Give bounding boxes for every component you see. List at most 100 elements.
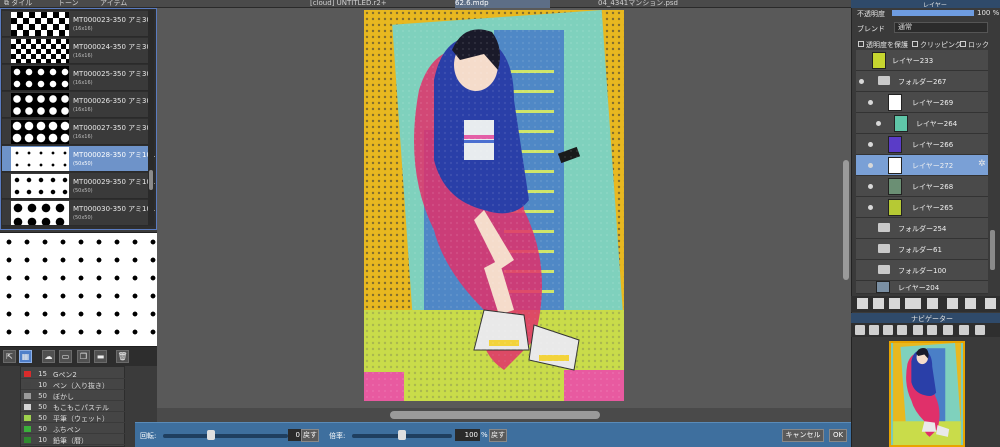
folder-row[interactable]: フォルダー61 [856,239,988,260]
tone-mode-icon[interactable]: ▦ [19,350,32,363]
rotate-left-icon[interactable] [913,325,923,335]
brush-row[interactable]: 10 ペン（入り抜き） [21,380,125,390]
material-scrollbar-thumb[interactable] [149,170,153,190]
material-item-selected[interactable]: MT000028-350 アミ10L (50x50) [2,146,155,172]
material-panel: MT000023-350 アミ30 (16x16) MT000024-350 ア… [0,8,157,230]
copy-icon[interactable]: ❐ [77,350,90,363]
layer-panel-header: レイヤー [851,0,1000,9]
visibility-eye-icon[interactable] [876,121,881,126]
tab-item[interactable]: アイテム [100,0,150,8]
gear-icon[interactable]: ✲ [978,159,986,169]
material-item[interactable]: MT000026-350 アミ30 (16x16) [2,92,151,118]
brush-color-swatch [24,382,31,388]
folder-icon[interactable]: ▬ [94,350,107,363]
layer-list-scrollbar[interactable] [990,230,995,270]
rotate-slider[interactable] [163,434,288,438]
material-item[interactable]: MT000024-350 アミ30 (16x16) [2,38,151,64]
layer-thumbnail [872,52,886,69]
protect-alpha-checkbox[interactable] [858,41,864,47]
canvas-vertical-scroll-thumb[interactable] [843,160,849,280]
lock-checkbox[interactable] [960,41,966,47]
paste-icon[interactable]: ⇱ [3,350,16,363]
reset-rotation-icon[interactable] [943,325,953,335]
material-item[interactable]: MT000029-350 アミ10L (50x50) [2,173,155,199]
material-thumb [11,174,69,198]
material-thumb [11,120,69,144]
layer-row-selected[interactable]: レイヤー272 ✲ [856,155,988,176]
cloud-icon[interactable]: ☁ [42,350,55,363]
material-item[interactable]: MT000030-350 アミ10L (50x50) [2,200,155,226]
brush-row[interactable]: 15 Gペン2 [21,369,125,379]
new-raster-icon[interactable] [873,298,884,309]
layer-type-dropdown-icon[interactable] [905,298,921,309]
flip-horizontal-icon[interactable] [959,325,969,335]
visibility-eye-icon[interactable] [859,79,864,84]
material-item[interactable]: MT000025-350 アミ30 (16x16) [2,65,151,91]
visibility-eye-icon[interactable] [868,142,873,147]
layer-row[interactable]: レイヤー266 [856,134,988,155]
visibility-eye-icon[interactable] [868,205,873,210]
visibility-eye-icon[interactable] [868,100,873,105]
layer-row[interactable]: レイヤー268 [856,176,988,197]
folder-row[interactable]: フォルダー100 [856,260,988,281]
material-item[interactable]: MT000027-350 アミ30 (16x16) [2,119,151,145]
tab-mdp-file[interactable]: 62.6.mdp [455,0,550,8]
layer-name: レイヤー233 [892,57,934,65]
zoom-slider-knob[interactable] [398,430,406,440]
tab-psd-file[interactable]: 04_4341マンション.psd [598,0,728,8]
cancel-button[interactable]: キャンセル [782,429,824,442]
material-toolbar: ⇱ ▦ ☁ ▭ ❐ ▬ 🗑 [0,346,157,366]
folder-row[interactable]: フォルダー267 [856,71,988,92]
layer-row[interactable]: レイヤー204 [856,281,988,294]
layer-name: レイヤー272 [912,162,954,170]
trash-icon[interactable]: 🗑 [116,350,129,363]
rotate-right-icon[interactable] [927,325,937,335]
tab-untitled[interactable]: [cloud] UNTITLED.r2+ [310,0,410,8]
duplicate-layer-icon[interactable] [947,298,958,309]
layer-thumbnail [888,178,902,195]
layer-row[interactable]: レイヤー269 [856,92,988,113]
material-scrollbar[interactable] [148,10,154,226]
new-file-icon[interactable]: ▭ [59,350,72,363]
new-folder-icon[interactable] [927,298,938,309]
material-name: MT000030-350 アミ10L [73,205,155,213]
delete-layer-icon[interactable] [985,298,996,309]
navigator-thumbnail[interactable] [889,341,965,447]
zoom-out-icon[interactable] [869,325,879,335]
blend-mode-select[interactable]: 通常 [894,22,988,33]
material-item[interactable]: MT000023-350 アミ30 (16x16) [2,11,151,37]
ok-button[interactable]: OK [829,429,847,442]
layer-row[interactable]: レイヤー265 [856,197,988,218]
zoom-reset-button[interactable]: 戻す [489,429,507,442]
visibility-eye-icon[interactable] [868,184,873,189]
brush-row[interactable]: 50 平筆（ウェット） [21,413,125,423]
merge-layer-icon[interactable] [965,298,976,309]
brush-row[interactable]: 10 鉛筆（暦） [21,435,125,445]
layer-panel-title: レイヤー [923,2,947,9]
brush-size: 50 [38,403,47,411]
artwork-canvas[interactable] [364,10,624,401]
layer-row[interactable]: レイヤー233 [856,50,988,71]
actual-size-icon[interactable] [897,325,907,335]
brush-row[interactable]: 50 ふちペン [21,424,125,434]
zoom-value[interactable]: 100 [455,429,480,441]
new-layer-icon[interactable] [857,298,868,309]
tab-tone[interactable]: トーン [58,0,88,8]
layer-row[interactable]: レイヤー264 [856,113,988,134]
canvas-horizontal-scroll-thumb[interactable] [390,411,600,419]
layer-thumbnail [888,136,902,153]
brush-name: ペン（入り抜き） [53,382,109,390]
new-halftone-icon[interactable] [889,298,900,309]
zoom-in-icon[interactable] [855,325,865,335]
folder-row[interactable]: フォルダー254 [856,218,988,239]
tab-tile[interactable]: ⧉ タイル [4,0,44,8]
clipping-checkbox[interactable] [912,41,918,47]
visibility-eye-icon[interactable] [868,163,873,168]
rotate-slider-knob[interactable] [207,430,215,440]
brush-row[interactable]: 50 もこもこパステル [21,402,125,412]
flip-vertical-icon[interactable] [975,325,985,335]
brush-row[interactable]: 50 ぼかし [21,391,125,401]
rotate-reset-button[interactable]: 戻す [301,429,319,442]
fit-view-icon[interactable] [883,325,893,335]
rotate-value[interactable]: 0 [288,429,302,441]
